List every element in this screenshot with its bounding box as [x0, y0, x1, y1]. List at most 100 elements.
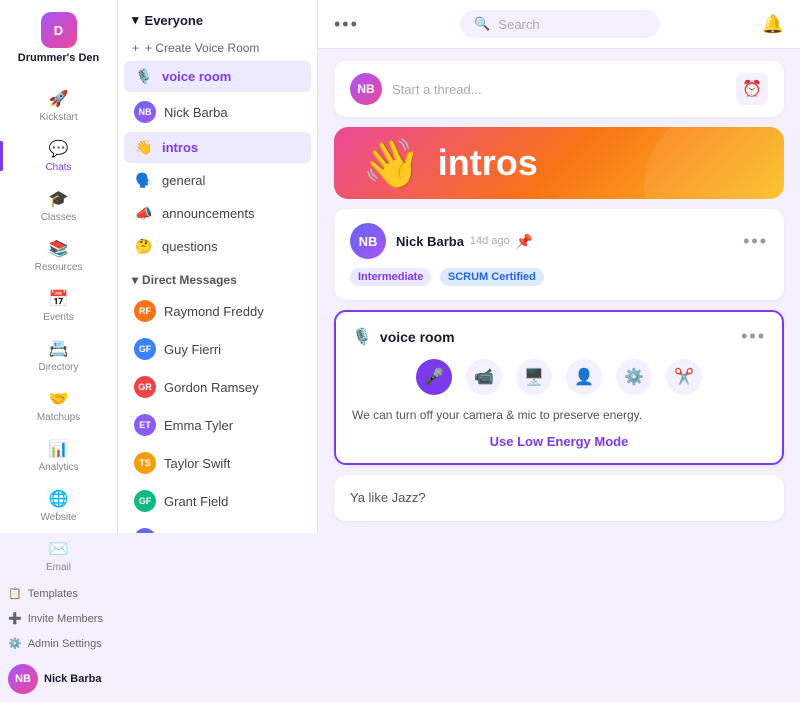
dm-section-label: Direct Messages: [142, 273, 237, 287]
website-label: Website: [41, 512, 77, 523]
intros-emoji: 👋: [362, 135, 422, 192]
post-meta: Nick Barba 14d ago 📌: [396, 233, 733, 250]
content-area: NB Start a thread... ⏰ 👋 intros NB Nick …: [318, 49, 800, 533]
post-author-row: Nick Barba 14d ago 📌: [396, 233, 733, 250]
post-time: 14d ago: [470, 235, 510, 247]
mic-button[interactable]: 🎤: [416, 359, 452, 395]
events-icon: 📅: [49, 289, 69, 309]
dm-section-header: ▾ Direct Messages: [118, 263, 317, 292]
notification-button[interactable]: 🔔: [762, 14, 784, 35]
chats-icon: 💬: [49, 139, 69, 159]
dm-item-tina[interactable]: TH Tina Hrabak: [124, 521, 311, 533]
channel-item-intros[interactable]: 👋 intros: [124, 132, 311, 163]
more-options-button[interactable]: •••: [334, 14, 359, 35]
invite-icon: ➕: [8, 612, 22, 625]
sidebar-item-chats[interactable]: 💬 Chats: [0, 131, 117, 181]
guy-avatar: GF: [134, 338, 156, 360]
end-call-button[interactable]: ✂️: [666, 359, 702, 395]
grant-avatar: GF: [134, 490, 156, 512]
channel-item-announcements[interactable]: 📣 announcements: [124, 198, 311, 229]
search-icon: 🔍: [474, 16, 490, 32]
intros-icon: 👋: [134, 139, 154, 156]
channel-item-general[interactable]: 🗣️ general: [124, 165, 311, 196]
directory-icon: 📇: [49, 339, 69, 359]
taylor-label: Taylor Swift: [164, 456, 230, 471]
thread-placeholder[interactable]: Start a thread...: [392, 82, 726, 97]
sidebar-item-kickstart[interactable]: 🚀 Kickstart: [0, 81, 117, 131]
user-profile[interactable]: NB Nick Barba: [0, 656, 117, 702]
voice-more-button[interactable]: •••: [741, 326, 766, 347]
workspace-logo[interactable]: D Drummer's Den: [0, 12, 117, 65]
questions-label: questions: [162, 239, 218, 254]
workspace-name: Drummer's Den: [18, 52, 99, 65]
templates-button[interactable]: 📋 Templates: [0, 581, 117, 606]
add-person-button[interactable]: 👤: [566, 359, 602, 395]
user-avatar: NB: [8, 664, 38, 694]
templates-label: Templates: [28, 588, 78, 600]
post-header: NB Nick Barba 14d ago 📌 •••: [350, 223, 768, 259]
sidebar-item-analytics[interactable]: 📊 Analytics: [0, 431, 117, 481]
sidebar-item-events[interactable]: 📅 Events: [0, 281, 117, 331]
jazz-preview-card: Ya like Jazz?: [334, 475, 784, 521]
post-author-name: Nick Barba: [396, 234, 464, 249]
video-button[interactable]: 📹: [466, 359, 502, 395]
matchups-label: Matchups: [37, 412, 80, 423]
channel-item-nick-barba[interactable]: NB Nick Barba: [124, 94, 311, 130]
search-placeholder: Search: [498, 17, 539, 32]
dm-item-taylor[interactable]: TS Taylor Swift: [124, 445, 311, 481]
dm-item-emma[interactable]: ET Emma Tyler: [124, 407, 311, 443]
kickstart-label: Kickstart: [39, 112, 77, 123]
general-icon: 🗣️: [134, 172, 154, 189]
alarm-button[interactable]: ⏰: [736, 73, 768, 105]
email-label: Email: [46, 562, 71, 573]
voice-card-emoji: 🎙️: [352, 327, 372, 347]
chevron-down-icon: ▾: [132, 12, 139, 28]
chevron-down-icon-dm: ▾: [132, 273, 138, 287]
sidebar-item-matchups[interactable]: 🤝 Matchups: [0, 381, 117, 431]
intros-banner: 👋 intros: [334, 127, 784, 199]
channel-item-voice-room[interactable]: 🎙️ voice room: [124, 61, 311, 92]
sidebar-item-directory[interactable]: 📇 Directory: [0, 331, 117, 381]
tag-intermediate: Intermediate: [350, 268, 431, 286]
channel-item-questions[interactable]: 🤔 questions: [124, 231, 311, 262]
post-more-button[interactable]: •••: [743, 231, 768, 252]
channels-group-header[interactable]: ▾ Everyone: [118, 0, 317, 36]
dm-item-raymond[interactable]: RF Raymond Freddy: [124, 293, 311, 329]
jazz-text: Ya like Jazz?: [350, 486, 426, 509]
create-voice-label: + Create Voice Room: [145, 41, 259, 55]
left-sidebar: D Drummer's Den 🚀 Kickstart 💬 Chats 🎓 Cl…: [0, 0, 118, 533]
directory-label: Directory: [38, 362, 78, 373]
search-bar[interactable]: 🔍 Search: [460, 10, 660, 38]
dm-item-guy[interactable]: GF Guy Fierri: [124, 331, 311, 367]
user-name: Nick Barba: [44, 673, 101, 685]
create-voice-room-button[interactable]: + + Create Voice Room: [118, 36, 317, 60]
events-label: Events: [43, 312, 74, 323]
screen-share-button[interactable]: 🖥️: [516, 359, 552, 395]
email-icon: ✉️: [49, 539, 69, 559]
sidebar-item-website[interactable]: 🌐 Website: [0, 481, 117, 531]
low-energy-button[interactable]: Use Low Energy Mode: [352, 434, 766, 449]
alarm-icon: ⏰: [742, 79, 762, 99]
thread-input-bar[interactable]: NB Start a thread... ⏰: [334, 61, 784, 117]
raymond-label: Raymond Freddy: [164, 304, 264, 319]
sidebar-item-resources[interactable]: 📚 Resources: [0, 231, 117, 281]
top-bar: ••• 🔍 Search 🔔: [318, 0, 800, 49]
website-icon: 🌐: [49, 489, 69, 509]
workspace-avatar-initial: D: [54, 23, 63, 38]
admin-settings-button[interactable]: ⚙️ Admin Settings: [0, 631, 117, 656]
tag-scrum: SCRUM Certified: [440, 268, 544, 286]
kickstart-icon: 🚀: [49, 89, 69, 109]
dm-item-gordon[interactable]: GR Gordon Ramsey: [124, 369, 311, 405]
sidebar-item-email[interactable]: ✉️ Email: [0, 531, 117, 581]
dm-item-grant[interactable]: GF Grant Field: [124, 483, 311, 519]
guy-label: Guy Fierri: [164, 342, 221, 357]
intros-label: intros: [162, 140, 198, 155]
settings-button[interactable]: ⚙️: [616, 359, 652, 395]
tina-avatar: TH: [134, 528, 156, 533]
voice-controls: 🎤 📹 🖥️ 👤 ⚙️ ✂️: [352, 359, 766, 395]
gordon-label: Gordon Ramsey: [164, 380, 259, 395]
invite-members-button[interactable]: ➕ Invite Members: [0, 606, 117, 631]
sidebar-item-classes[interactable]: 🎓 Classes: [0, 181, 117, 231]
templates-icon: 📋: [8, 587, 22, 600]
post-card: NB Nick Barba 14d ago 📌 ••• Intermediate…: [334, 209, 784, 300]
